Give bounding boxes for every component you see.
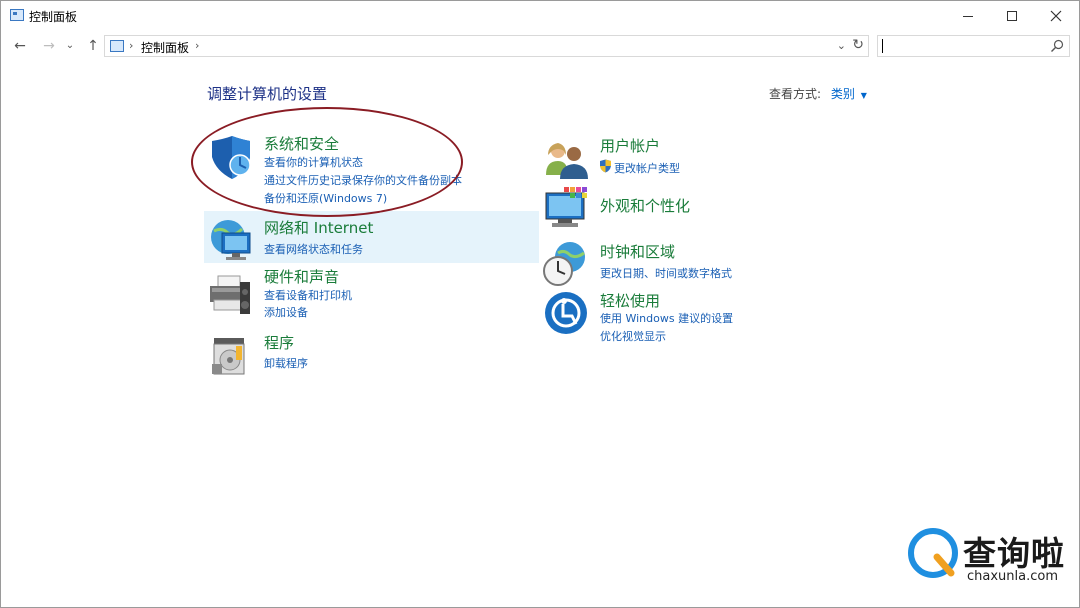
category-title-clock-region[interactable]: 时钟和区域	[600, 241, 675, 262]
control-panel-icon	[110, 40, 124, 52]
category-title-programs[interactable]: 程序	[264, 332, 294, 353]
page-heading: 调整计算机的设置	[207, 85, 328, 103]
breadcrumb-control-panel[interactable]: 控制面板	[141, 39, 189, 56]
network-globe-icon	[211, 220, 251, 260]
view-by-dropdown[interactable]: 类别	[831, 87, 855, 101]
category-programs: 程序 卸载程序	[208, 332, 538, 376]
link-add-device[interactable]: 添加设备	[264, 304, 308, 320]
up-button[interactable]: ↑	[83, 37, 103, 55]
search-icon[interactable]	[1050, 39, 1064, 53]
category-user-accounts: 用户帐户 更改帐户类型	[544, 135, 874, 179]
category-ease-of-access: 轻松使用 使用 Windows 建议的设置 优化视觉显示	[544, 290, 874, 344]
control-panel-window: 控制面板 ← → ⌄ ↑ › 控制面板 › ⌄ ↻ 调整计算机的设置 查看方式:…	[0, 0, 1080, 608]
category-hardware-sound: 硬件和声音 查看设备和打印机 添加设备	[208, 266, 538, 319]
link-change-account-type[interactable]: 更改帐户类型	[614, 160, 680, 176]
search-input[interactable]	[880, 37, 1050, 55]
address-dropdown-icon[interactable]: ⌄	[837, 39, 846, 52]
shield-icon	[212, 136, 251, 179]
view-by-label: 查看方式:	[769, 87, 822, 101]
category-title-appearance[interactable]: 外观和个性化	[600, 195, 690, 216]
maximize-button[interactable]	[989, 1, 1035, 31]
control-panel-icon	[10, 9, 24, 21]
link-change-date-time-format[interactable]: 更改日期、时间或数字格式	[600, 265, 732, 281]
clock-globe-icon	[543, 242, 585, 286]
watermark-cn: 查询啦	[963, 534, 1065, 573]
category-clock-region: 时钟和区域 更改日期、时间或数字格式	[542, 241, 872, 287]
maximize-icon	[1007, 11, 1017, 21]
link-file-history[interactable]: 通过文件历史记录保存你的文件备份副本	[264, 172, 462, 188]
category-appearance: 外观和个性化	[544, 187, 874, 233]
window-title: 控制面板	[29, 10, 78, 24]
ease-of-access-icon	[545, 292, 587, 334]
close-button[interactable]	[1033, 1, 1079, 31]
back-button[interactable]: ←	[10, 37, 30, 55]
text-cursor	[882, 39, 883, 53]
category-system-security: 系统和安全 查看你的计算机状态 通过文件历史记录保存你的文件备份副本 备份和还原…	[208, 135, 538, 205]
category-title-system-security[interactable]: 系统和安全	[264, 133, 339, 154]
link-network-status[interactable]: 查看网络状态和任务	[264, 241, 363, 257]
watermark: 查询啦 chaxunla.com	[903, 523, 1073, 589]
link-uninstall-program[interactable]: 卸载程序	[264, 355, 308, 371]
link-devices-printers[interactable]: 查看设备和打印机	[264, 287, 352, 303]
programs-icon	[212, 338, 245, 375]
category-title-ease-of-access[interactable]: 轻松使用	[600, 290, 660, 311]
chevron-down-icon[interactable]: ▼	[861, 91, 867, 100]
recent-locations-button[interactable]: ⌄	[63, 37, 77, 55]
minimize-icon	[963, 15, 973, 17]
breadcrumb-separator[interactable]: ›	[195, 39, 199, 52]
search-box[interactable]	[877, 35, 1070, 57]
uac-shield-icon	[600, 159, 611, 173]
watermark-en: chaxunla.com	[967, 569, 1058, 584]
title-bar: 控制面板	[1, 1, 1079, 31]
link-check-computer-status[interactable]: 查看你的计算机状态	[264, 154, 363, 170]
watermark-logo-icon	[908, 528, 958, 578]
refresh-icon[interactable]: ↻	[852, 37, 864, 53]
minimize-button[interactable]	[945, 1, 991, 31]
link-backup-restore[interactable]: 备份和还原(Windows 7)	[264, 190, 387, 206]
appearance-icon	[545, 187, 587, 227]
view-by-control: 查看方式: 类别 ▼	[769, 85, 867, 102]
category-network: 网络和 Internet 查看网络状态和任务	[208, 217, 538, 263]
link-optimize-visual-display[interactable]: 优化视觉显示	[600, 328, 666, 344]
users-icon	[546, 143, 588, 179]
breadcrumb-separator[interactable]: ›	[129, 39, 133, 52]
address-bar[interactable]: › 控制面板 › ⌄ ↻	[104, 35, 869, 57]
category-title-hardware-sound[interactable]: 硬件和声音	[264, 266, 339, 287]
forward-button[interactable]: →	[39, 37, 59, 55]
category-title-network[interactable]: 网络和 Internet	[264, 217, 373, 238]
printer-icon	[210, 275, 250, 314]
navigation-bar: ← → ⌄ ↑ › 控制面板 › ⌄ ↻	[1, 31, 1079, 61]
link-windows-recommended-settings[interactable]: 使用 Windows 建议的设置	[600, 310, 733, 326]
close-icon	[1050, 10, 1062, 22]
category-title-user-accounts[interactable]: 用户帐户	[600, 135, 660, 156]
